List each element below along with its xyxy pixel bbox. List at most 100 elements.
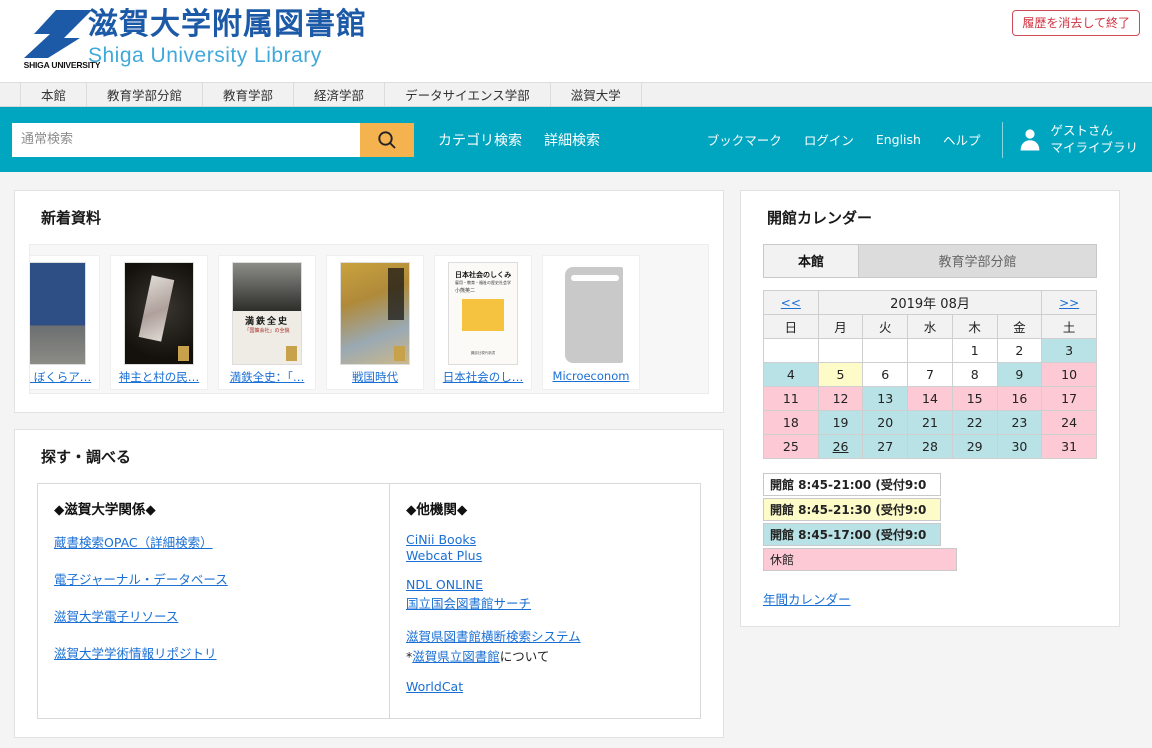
calendar-day-cell[interactable]: 12 — [817, 386, 864, 411]
calendar-tab-honkan[interactable]: 本館 — [763, 244, 859, 278]
book-title-link[interactable]: 今・ぼくらア… — [30, 369, 94, 385]
calendar-day-cell[interactable]: 13 — [862, 386, 909, 411]
calendar-day-cell[interactable]: 8 — [951, 362, 998, 387]
calendar-day-cell[interactable]: 30 — [996, 434, 1043, 459]
calendar-day-cell[interactable]: 11 — [763, 386, 819, 411]
calendar-dow-row: 日 月 火 水 木 金 土 — [763, 314, 1097, 339]
legend-item-open-2100: 開館 8:45-21:00 (受付9:0 — [763, 473, 941, 496]
calendar-prev-cell[interactable]: << — [763, 290, 819, 315]
book-cover-image: 満鉄全史 「国策会社」の全貌 — [232, 262, 302, 365]
search-button[interactable] — [360, 122, 414, 157]
calendar-tab-kyoiku-bunkan[interactable]: 教育学部分館 — [859, 244, 1097, 278]
calendar-body: 1 2 3 4 5 6 7 8 9 10 11 12 13 14 15 16 17 18 19 20 21 22 23 24 2… — [763, 338, 1097, 459]
calendar-day-cell[interactable]: 14 — [907, 386, 953, 411]
calendar-day-cell[interactable]: 22 — [951, 410, 998, 435]
calendar-week-row: 11 12 13 14 15 16 17 — [763, 386, 1097, 411]
calendar-day-cell[interactable]: 28 — [907, 434, 953, 459]
calendar-next-cell[interactable]: >> — [1041, 290, 1097, 315]
calendar-day-cell[interactable]: 10 — [1041, 362, 1097, 387]
book-title-link[interactable]: 戦国時代 — [332, 369, 418, 385]
english-link[interactable]: English — [876, 132, 921, 147]
link-ndl-online[interactable]: NDL ONLINE — [406, 577, 674, 592]
login-link[interactable]: ログイン — [804, 130, 854, 149]
calendar-day-cell[interactable]: 21 — [907, 410, 953, 435]
book-card[interactable]: 戦国時代 — [326, 255, 424, 390]
link-webcat-plus[interactable]: Webcat Plus — [406, 548, 674, 563]
nav-item-kyoiku-bunkan[interactable]: 教育学部分館 — [87, 83, 204, 106]
calendar-day-cell[interactable]: 17 — [1041, 386, 1097, 411]
explore-right-heading: ◆他機関◆ — [406, 502, 468, 518]
calendar-day-cell[interactable]: 31 — [1041, 434, 1097, 459]
clear-history-exit-button[interactable]: 履歴を消去して終了 — [1012, 10, 1140, 36]
calendar-day-cell[interactable]: 15 — [951, 386, 998, 411]
carousel-track: 今・ぼくらア… 神主と村の民… 満鉄全史 「国策会社」の全貌 — [30, 245, 708, 393]
link-ndl-search[interactable]: 国立国会図書館サーチ — [406, 593, 674, 612]
page-content: 新着資料 今・ぼくらア… 神主と村の民… — [0, 172, 1152, 748]
calendar-day-cell[interactable]: 2 — [996, 338, 1043, 363]
calendar-panel: 開館カレンダー 本館 教育学部分館 << 2019年 08月 >> 日 月 火 … — [740, 190, 1120, 627]
link-shiga-pref-library[interactable]: 滋賀県立図書館 — [412, 649, 500, 664]
search-input[interactable] — [12, 122, 360, 157]
dow-tue: 火 — [862, 314, 909, 339]
link-worldcat[interactable]: WorldCat — [406, 679, 674, 694]
calendar-day-cell[interactable]: 20 — [862, 410, 909, 435]
book-cover-image — [30, 262, 86, 365]
new-arrivals-carousel[interactable]: 今・ぼくらア… 神主と村の民… 満鉄全史 「国策会社」の全貌 — [29, 244, 709, 394]
book-title-link[interactable]: 日本社会のし… — [440, 369, 526, 385]
book-cover-image: 日本社会のしくみ 雇用・教育・福祉の歴史社会学 小熊英二 講談社現代新書 — [448, 262, 518, 365]
book-title-link[interactable]: 満鉄全史：「… — [224, 369, 310, 385]
link-opac[interactable]: 蔵書検索OPAC（詳細検索） — [54, 532, 373, 551]
yearly-calendar-link[interactable]: 年間カレンダー — [763, 589, 851, 608]
calendar-prev-link[interactable]: << — [781, 296, 801, 310]
nav-item-shiga-university[interactable]: 滋賀大学 — [551, 83, 642, 106]
link-ejournal-database[interactable]: 電子ジャーナル・データベース — [54, 569, 373, 588]
calendar-day-cell[interactable]: 9 — [996, 362, 1043, 387]
calendar-day-cell[interactable]: 18 — [763, 410, 819, 435]
bookmark-link[interactable]: ブックマーク — [707, 130, 782, 149]
nav-item-data-science[interactable]: データサイエンス学部 — [385, 83, 551, 106]
link-cinii-books[interactable]: CiNii Books — [406, 532, 674, 547]
book-cover-image — [124, 262, 194, 365]
new-arrivals-panel: 新着資料 今・ぼくらア… 神主と村の民… — [14, 190, 724, 413]
calendar-day-cell[interactable]: 7 — [907, 362, 953, 387]
calendar-day-cell[interactable]: 3 — [1041, 338, 1097, 363]
calendar-day-cell[interactable]: 16 — [996, 386, 1043, 411]
calendar-next-link[interactable]: >> — [1059, 296, 1079, 310]
explore-right-column: ◆他機関◆ CiNii Books Webcat Plus NDL ONLINE… — [390, 484, 690, 718]
calendar-day-cell[interactable]: 4 — [763, 362, 819, 387]
site-title-block: 滋賀大学附属図書館 Shiga University Library — [88, 7, 367, 67]
calendar-day-cell[interactable]: 24 — [1041, 410, 1097, 435]
link-eresources[interactable]: 滋賀大学電子リソース — [54, 606, 373, 625]
book-card[interactable]: 日本社会のしくみ 雇用・教育・福祉の歴史社会学 小熊英二 講談社現代新書 日本社… — [434, 255, 532, 390]
calendar-title: 開館カレンダー — [767, 209, 873, 227]
calendar-day-cell[interactable]: 1 — [951, 338, 998, 363]
book-title-link[interactable]: 神主と村の民… — [116, 369, 202, 385]
calendar-day-cell[interactable]: 27 — [862, 434, 909, 459]
book-card[interactable]: Microeconom — [542, 255, 640, 390]
my-library-button[interactable]: ゲストさん マイライブラリ — [1017, 123, 1138, 157]
calendar-day-cell[interactable]: 5 — [817, 362, 864, 387]
legend-item-open-1700: 開館 8:45-17:00 (受付9:0 — [763, 523, 941, 546]
search-icon — [378, 130, 396, 149]
calendar-day-cell[interactable]: 19 — [817, 410, 864, 435]
book-card[interactable]: 満鉄全史 「国策会社」の全貌 満鉄全史：「… — [218, 255, 316, 390]
calendar-day-cell[interactable]: 23 — [996, 410, 1043, 435]
advanced-search-link[interactable]: 詳細検索 — [544, 130, 600, 150]
user-icon — [1021, 129, 1040, 151]
calendar-day-cell[interactable]: 26 — [817, 434, 864, 459]
dow-sat: 土 — [1041, 314, 1097, 339]
help-link[interactable]: ヘルプ — [943, 130, 981, 149]
calendar-day-cell[interactable]: 29 — [951, 434, 998, 459]
nav-item-keizai-gakubu[interactable]: 経済学部 — [294, 83, 386, 106]
book-card[interactable]: 神主と村の民… — [110, 255, 208, 390]
nav-item-kyoiku-gakubu[interactable]: 教育学部 — [203, 83, 295, 106]
category-search-link[interactable]: カテゴリ検索 — [438, 130, 522, 150]
book-card[interactable]: 今・ぼくらア… — [30, 255, 100, 390]
calendar-day-cell[interactable]: 25 — [763, 434, 819, 459]
right-column: 開館カレンダー 本館 教育学部分館 << 2019年 08月 >> 日 月 火 … — [740, 190, 1120, 643]
nav-item-honkan[interactable]: 本館 — [20, 83, 88, 106]
book-title-link[interactable]: Microeconom — [548, 369, 634, 383]
link-repository[interactable]: 滋賀大学学術情報リポジトリ — [54, 643, 373, 662]
calendar-day-cell[interactable]: 6 — [862, 362, 909, 387]
link-shiga-cross-search[interactable]: 滋賀県図書館横断検索システム — [406, 626, 674, 645]
